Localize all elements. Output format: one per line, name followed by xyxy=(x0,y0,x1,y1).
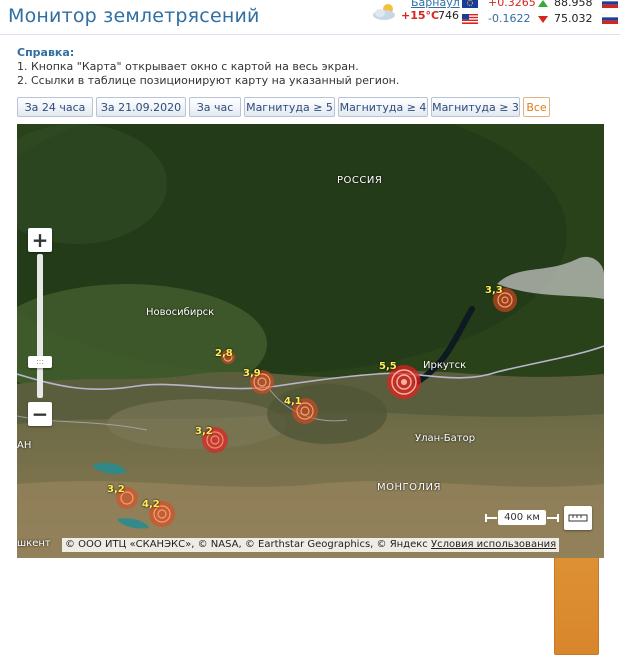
terms-link[interactable]: Условия использования xyxy=(431,539,556,550)
filter-24h-button[interactable]: За 24 часа xyxy=(17,97,93,117)
rate-row-eur: +0.3265 88.958 xyxy=(462,0,620,10)
help-line-1: 1. Кнопка "Карта" открывает окно с карто… xyxy=(17,60,359,73)
filter-all-button[interactable]: Все xyxy=(523,97,550,117)
arrow-up-icon xyxy=(538,0,548,7)
earthquake-magnitude: 4,1 xyxy=(284,396,302,407)
us-flag-icon xyxy=(462,14,478,24)
filter-hour-button[interactable]: За час xyxy=(189,97,241,117)
ruler-icon xyxy=(568,514,588,522)
title-divider xyxy=(0,34,620,35)
map-scale: 400 км xyxy=(484,510,574,526)
weather-pressure: 746 xyxy=(438,9,459,22)
rate-value-eur: 88.958 xyxy=(554,0,593,9)
zoom-slider-track[interactable] xyxy=(37,254,43,398)
label-ulaanbaatar: Улан-Батор xyxy=(415,433,476,444)
filter-mag3-button[interactable]: Магнитуда ≥ 3 xyxy=(431,97,520,117)
weather-city-link[interactable]: Барнаул xyxy=(411,0,460,9)
weather-temperature: +15°C xyxy=(401,9,440,22)
ru-flag-icon xyxy=(602,0,618,8)
map-copyright: © ООО ИТЦ «СКАНЭКС», © NASA, © Earthstar… xyxy=(62,538,560,552)
rate-row-usd: -0.1622 75.032 xyxy=(462,12,620,26)
earthquake-magnitude: 3,2 xyxy=(195,426,213,437)
filter-mag5-button[interactable]: Магнитуда ≥ 5 xyxy=(244,97,335,117)
copyright-text: © ООО ИТЦ «СКАНЭКС», © NASA, © Earthstar… xyxy=(65,539,428,550)
eu-flag-icon xyxy=(462,0,478,8)
scale-label: 400 км xyxy=(498,510,546,525)
scale-bar-right-icon xyxy=(547,514,559,522)
currency-rates: +0.3265 88.958 -0.1622 75.032 xyxy=(462,0,620,26)
satellite-terrain xyxy=(17,124,604,558)
earthquake-magnitude: 4,2 xyxy=(142,499,160,510)
label-mongolia: МОНГОЛИЯ xyxy=(377,482,441,493)
earthquake-magnitude: 3,2 xyxy=(107,484,125,495)
label-irkutsk: Иркутск xyxy=(423,360,467,371)
label-left-edge: АН xyxy=(17,440,32,451)
earthquake-magnitude: 3,3 xyxy=(485,285,503,296)
ruler-button[interactable] xyxy=(564,506,592,530)
rate-value-usd: 75.032 xyxy=(554,12,593,25)
zoom-slider-handle[interactable]: ::: xyxy=(28,356,52,368)
label-novosibirsk: Новосибирск xyxy=(146,307,215,318)
cloud-sun-icon xyxy=(373,4,395,20)
help-heading: Справка: xyxy=(17,46,75,59)
zoom-in-button[interactable]: + xyxy=(28,228,52,252)
scale-bar-left-icon xyxy=(485,514,497,522)
label-bottom-left: шкент xyxy=(17,538,51,549)
earthquake-magnitude: 5,5 xyxy=(379,361,397,372)
rate-change-usd: -0.1622 xyxy=(488,12,531,25)
help-section: Справка: 1. Кнопка "Карта" открывает окн… xyxy=(17,46,399,88)
filter-mag4-button[interactable]: Магнитуда ≥ 4 xyxy=(338,97,428,117)
arrow-down-icon xyxy=(538,16,548,23)
filter-date-button[interactable]: За 21.09.2020 xyxy=(96,97,186,117)
ru-flag-icon xyxy=(602,14,618,24)
earthquake-magnitude: 3,9 xyxy=(243,368,261,379)
earthquake-magnitude: 2,8 xyxy=(215,348,233,359)
rate-change-eur: +0.3265 xyxy=(488,0,536,9)
page-title: Монитор землетрясений xyxy=(8,5,260,27)
weather-widget[interactable]: Барнаул +15°C 746 xyxy=(371,0,460,26)
help-line-2: 2. Ссылки в таблице позиционируют карту … xyxy=(17,74,400,87)
zoom-out-button[interactable]: − xyxy=(28,402,52,426)
earthquake-map[interactable]: РОССИЯ МОНГОЛИЯ Новосибирск Иркутск Улан… xyxy=(17,124,604,558)
label-russia: РОССИЯ xyxy=(337,175,383,186)
